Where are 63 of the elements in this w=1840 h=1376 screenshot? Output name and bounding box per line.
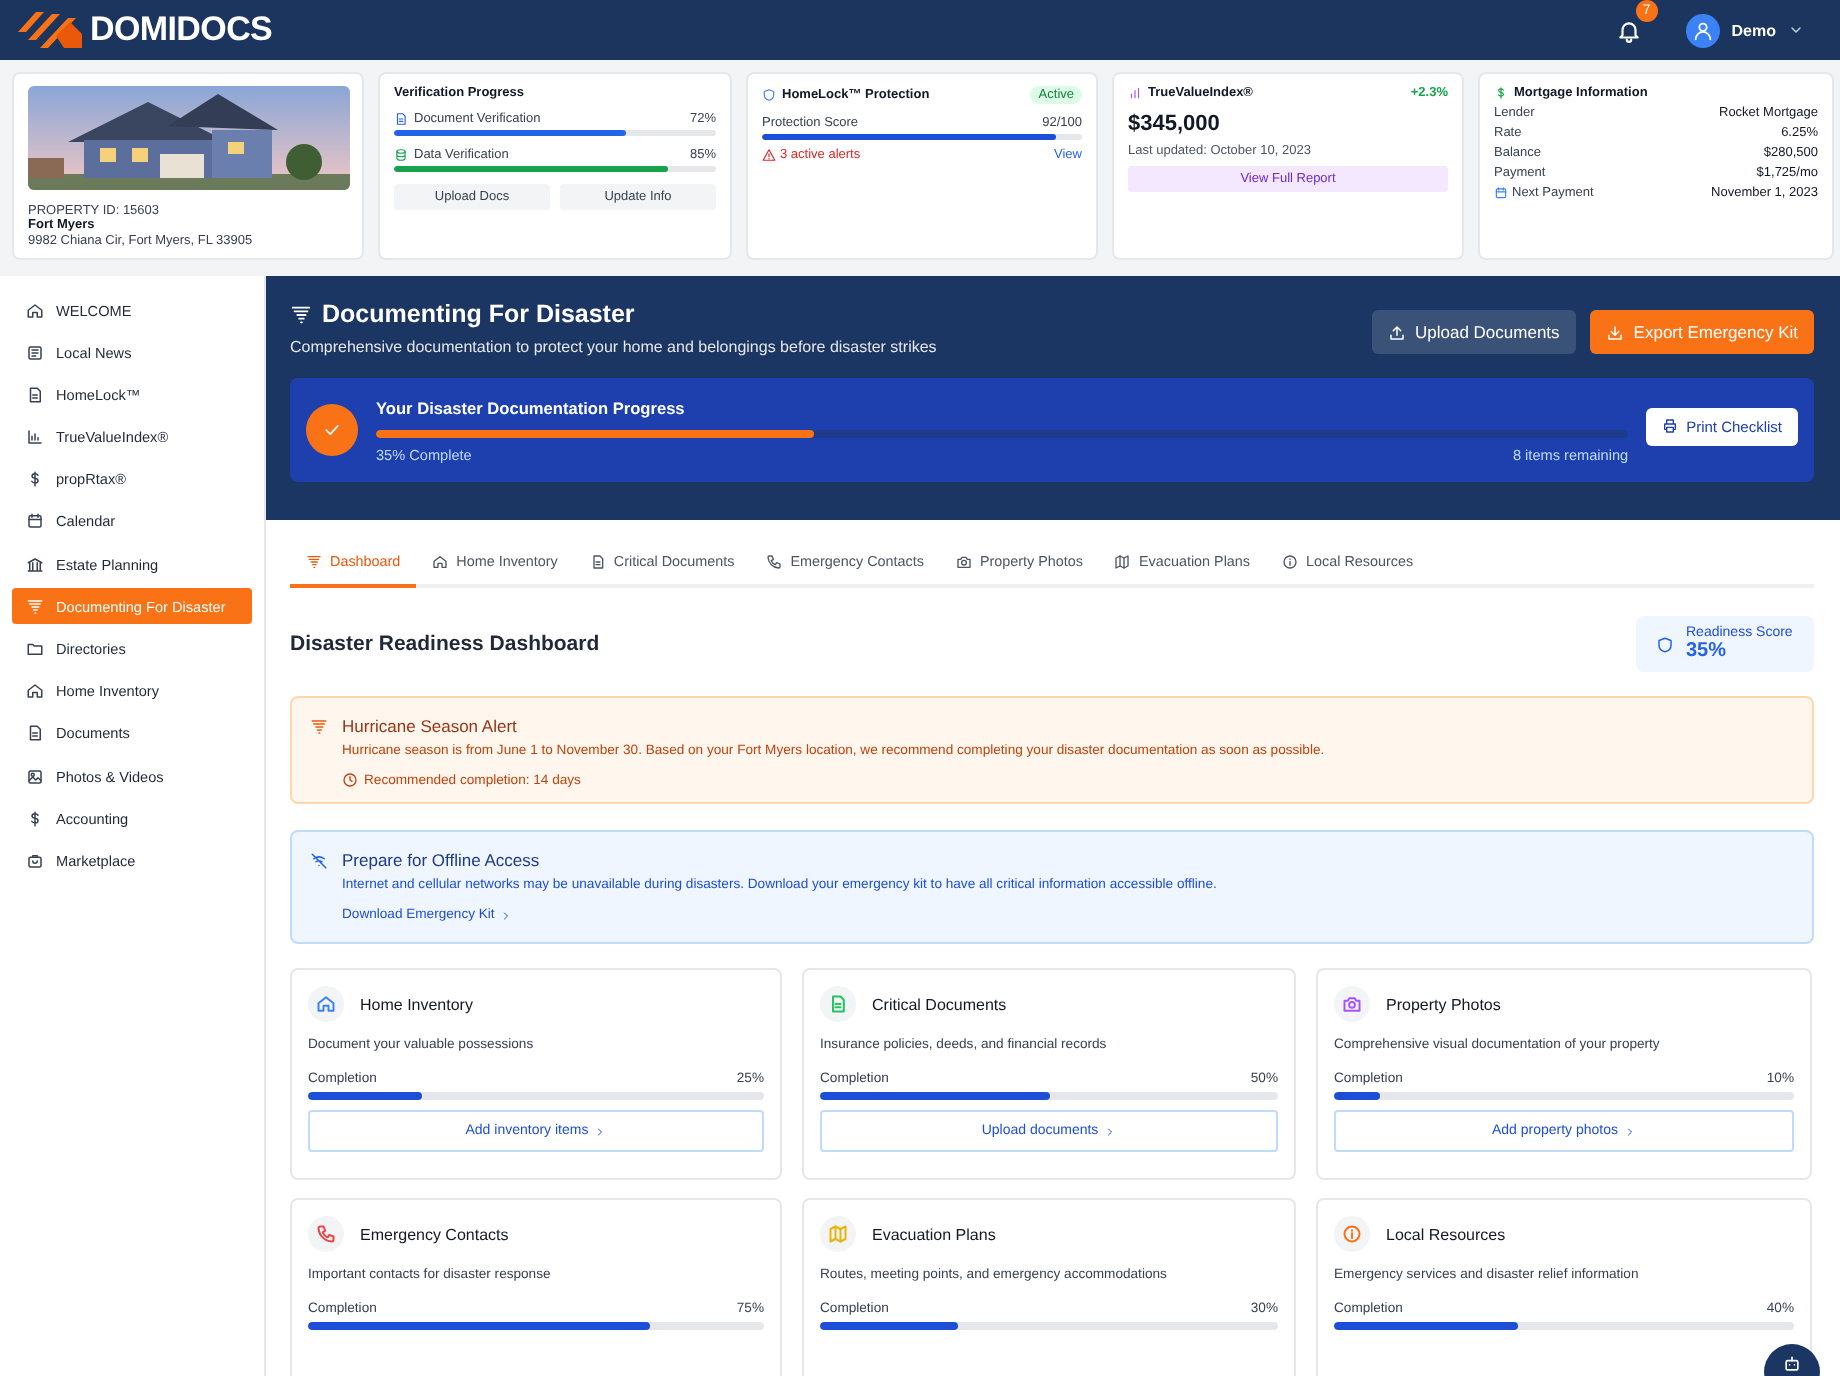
download-icon [1605, 323, 1624, 341]
dollar-icon [26, 470, 44, 489]
home-icon [26, 301, 44, 319]
info-icon [1282, 553, 1299, 569]
category-title: Property Photos [1386, 995, 1501, 1013]
category-title: Emergency Contacts [360, 1225, 509, 1243]
wifi-off-icon [310, 852, 328, 870]
readiness-value: 35% [1686, 640, 1729, 662]
phone-icon [766, 553, 783, 569]
tornado-icon [26, 597, 44, 616]
robot-icon [1782, 1354, 1802, 1374]
chevron-right-icon [500, 909, 513, 921]
bag-icon [26, 851, 44, 870]
document-icon [394, 112, 408, 126]
folder-icon [26, 640, 44, 658]
property-value: $345,000 [1128, 112, 1222, 136]
category-title: Home Inventory [360, 995, 473, 1013]
bar-chart-icon [1128, 86, 1142, 100]
document-icon [26, 385, 44, 404]
chevron-right-icon [1104, 1125, 1117, 1137]
chevron-right-icon [594, 1125, 607, 1137]
home-icon [432, 553, 449, 569]
notification-icon [1616, 17, 1643, 43]
document-icon [26, 724, 44, 743]
dollar-icon [26, 809, 44, 828]
category-title: Evacuation Plans [872, 1225, 996, 1243]
offline-title: Prepare for Offline Access [342, 850, 542, 870]
building-icon [26, 555, 44, 574]
logo-text: DOMIDOCS [90, 10, 273, 50]
bar-chart-icon [26, 428, 44, 447]
newspaper-icon [26, 343, 44, 362]
chevron-down-icon [1788, 22, 1804, 38]
upload-button[interactable]: Upload Documents [1371, 310, 1576, 354]
category-title: Local Resources [1386, 1225, 1506, 1243]
chevron-right-icon [1624, 1125, 1637, 1137]
section-title: Disaster Readiness Dashboard [290, 632, 600, 656]
alert-title: Hurricane Season Alert [342, 716, 519, 736]
calendar-icon [26, 512, 44, 531]
check-icon [322, 420, 342, 440]
user-icon [1691, 19, 1714, 41]
home-icon [26, 682, 44, 701]
category-title: Critical Documents [872, 995, 1007, 1013]
map-icon [1114, 553, 1131, 569]
shield-icon [762, 88, 776, 102]
clock-icon [342, 772, 358, 788]
camera-icon [955, 553, 972, 569]
user-menu[interactable]: Demo [1685, 13, 1804, 47]
dollar-icon [1494, 86, 1508, 100]
database-icon [394, 148, 408, 162]
shield-icon [1656, 635, 1674, 653]
logo-icon [16, 8, 84, 52]
calendar-icon [1494, 186, 1508, 200]
tornado-icon [306, 553, 322, 569]
printer-icon [1662, 418, 1679, 434]
warning-icon [762, 148, 776, 162]
image-icon [26, 767, 44, 786]
tornado-icon [310, 718, 328, 736]
page-subtitle: Comprehensive documentation to protect your home and belongings before disaster strikes [290, 338, 937, 356]
page-title: Documenting For Disaster [322, 300, 635, 328]
progress-title: Your Disaster Documentation Progress [376, 397, 687, 417]
tornado-icon [290, 303, 312, 325]
document-icon [589, 553, 606, 569]
upload-icon [1387, 323, 1405, 341]
